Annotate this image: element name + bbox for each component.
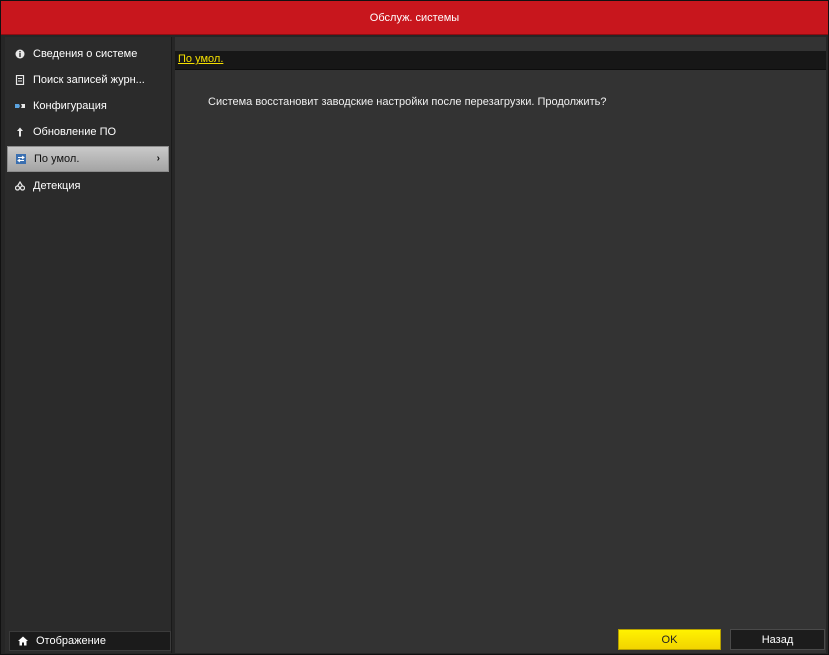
back-button[interactable]: Назад (730, 629, 825, 650)
config-icon (15, 101, 25, 111)
content-tab-bar: По умол. (175, 51, 826, 70)
home-button[interactable]: Отображение (9, 631, 171, 651)
sidebar-item-system-info[interactable]: Сведения о системе (7, 42, 169, 66)
window-title: Обслуж. системы (369, 11, 460, 24)
info-icon (15, 49, 25, 59)
home-label: Отображение (36, 635, 106, 647)
sidebar-menu: Сведения о системе Поиск записей журн...… (5, 37, 171, 198)
sidebar-item-label: Обновление ПО (33, 126, 117, 138)
chevron-right-icon: › (156, 153, 160, 164)
sidebar-item-detection[interactable]: Детекция (7, 174, 169, 198)
sidebar-item-label: Конфигурация (33, 100, 107, 112)
title-bar: Обслуж. системы (1, 1, 828, 35)
restore-message: Система восстановит заводские настройки … (208, 96, 607, 108)
sidebar-item-log-search[interactable]: Поиск записей журн... (7, 68, 169, 92)
tab-default[interactable]: По умол. (178, 53, 223, 65)
sidebar-item-label: Сведения о системе (33, 48, 138, 60)
maintenance-window: Обслуж. системы Сведения о системе Поиск… (0, 0, 829, 655)
default-icon (16, 154, 26, 164)
sidebar: Сведения о системе Поиск записей журн...… (5, 37, 172, 653)
upgrade-icon (15, 127, 25, 137)
sidebar-item-label: По умол. (34, 153, 80, 165)
sidebar-item-label: Поиск записей журн... (33, 74, 145, 86)
ok-button[interactable]: OK (618, 629, 721, 650)
log-icon (15, 75, 25, 85)
sidebar-item-label: Детекция (33, 180, 81, 192)
home-icon (18, 636, 28, 646)
sidebar-item-default[interactable]: По умол. › (7, 146, 169, 172)
content-panel: По умол. Система восстановит заводские н… (175, 37, 826, 653)
detection-icon (15, 181, 25, 191)
sidebar-item-upgrade[interactable]: Обновление ПО (7, 120, 169, 144)
sidebar-item-configuration[interactable]: Конфигурация (7, 94, 169, 118)
